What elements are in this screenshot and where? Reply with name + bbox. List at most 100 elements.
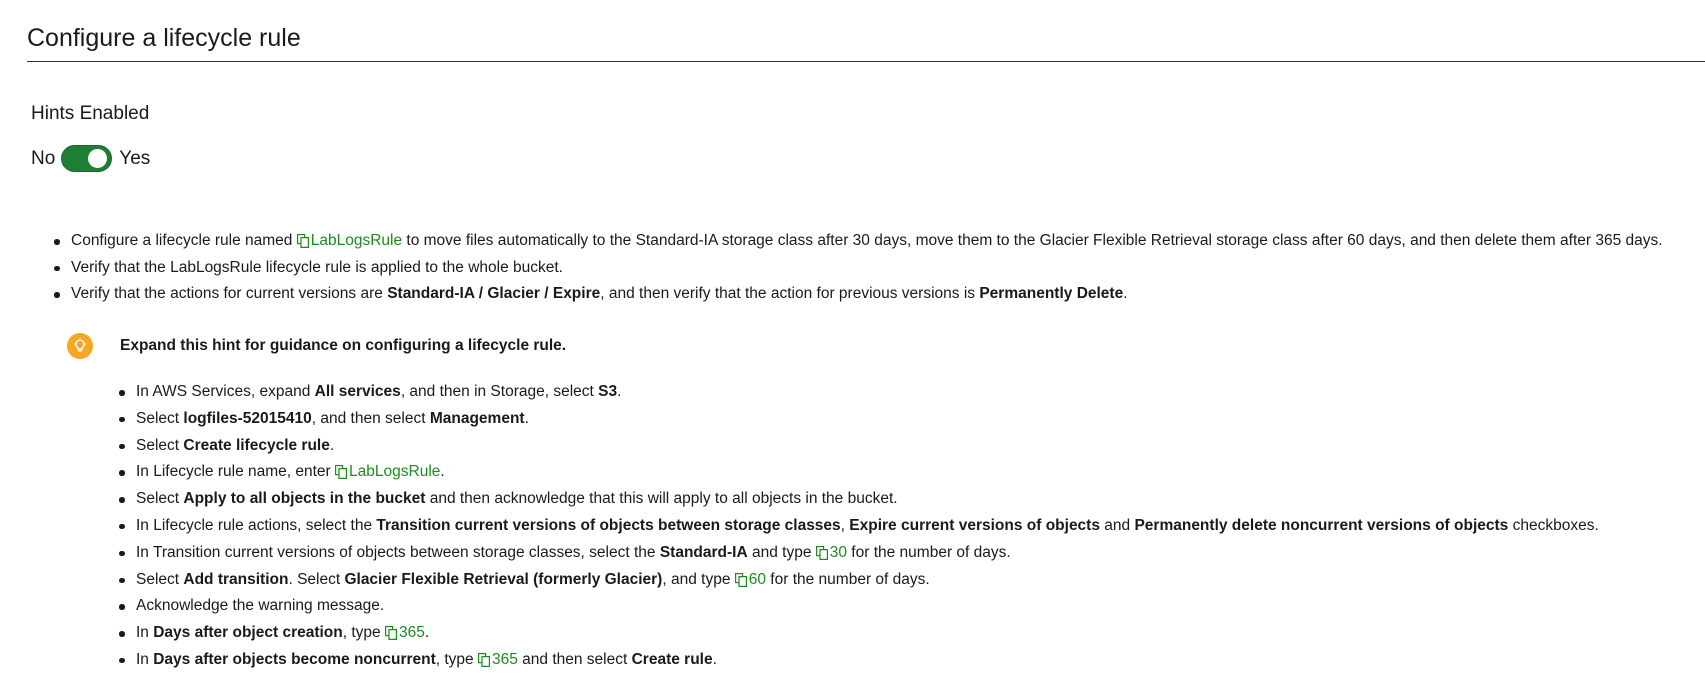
- hint-title[interactable]: Expand this hint for guidance on configu…: [120, 337, 566, 355]
- step-text: checkboxes.: [1508, 516, 1599, 534]
- step-text: and: [1099, 516, 1135, 534]
- task-item: Configure a lifecycle rule named LabLogs…: [54, 231, 1663, 258]
- task-bold: Standard-IA / Glacier / Expire: [387, 285, 601, 302]
- step-text: ,: [840, 516, 850, 534]
- step-bold: Days after object creation: [153, 624, 343, 642]
- copy-icon: [734, 572, 747, 587]
- step-bold: All services: [314, 383, 401, 400]
- step-text: Select: [136, 490, 184, 508]
- copy-value: 30: [829, 543, 847, 561]
- copy-text-lablogsrule[interactable]: LabLogsRule: [296, 232, 403, 249]
- step-text: .: [524, 409, 529, 427]
- hint-step: In Transition current versions of object…: [119, 543, 1599, 570]
- hint-step: In Lifecycle rule actions, select the Tr…: [119, 516, 1599, 543]
- step-bold: Transition current versions of objects b…: [376, 516, 841, 534]
- toggle-knob: [88, 149, 108, 168]
- lightbulb-icon: [67, 333, 93, 359]
- step-bold: Management: [429, 409, 525, 427]
- step-text: .: [617, 383, 622, 400]
- step-text: .: [712, 650, 717, 668]
- step-text: In Lifecycle rule name, enter: [136, 463, 336, 481]
- copy-value: LabLogsRule: [349, 463, 441, 481]
- hint-header[interactable]: Expand this hint for guidance on configu…: [67, 333, 566, 359]
- step-bold: logfiles-52015410: [183, 409, 312, 427]
- step-text: , type: [342, 624, 385, 642]
- step-text: Select: [136, 436, 184, 454]
- step-text: . Select: [288, 570, 345, 588]
- step-text: and type: [747, 543, 816, 561]
- copy-icon: [296, 234, 309, 248]
- step-bold: Apply to all objects in the bucket: [183, 490, 426, 508]
- copy-text-lablogsrule[interactable]: LabLogsRule: [335, 463, 440, 480]
- task-text: Verify that the LabLogsRule lifecycle ru…: [71, 258, 563, 276]
- step-text: .: [329, 436, 335, 454]
- hint-step: Select logfiles-52015410, and then selec…: [119, 409, 1599, 436]
- task-bold: Permanently Delete: [979, 285, 1124, 302]
- task-list: Configure a lifecycle rule named LabLogs…: [54, 231, 1663, 311]
- copy-text-60[interactable]: 60: [734, 570, 766, 588]
- copy-text-365[interactable]: 365: [477, 650, 518, 668]
- hints-toggle[interactable]: [61, 145, 113, 172]
- step-text: Select: [136, 409, 184, 427]
- toggle-yes-label: Yes: [119, 147, 151, 169]
- step-text: Acknowledge the warning message.: [136, 597, 385, 615]
- step-text: , and then select: [311, 409, 430, 427]
- page: Configure a lifecycle rule Hints Enabled…: [0, 0, 1705, 698]
- copy-value: 365: [398, 624, 425, 642]
- step-text: .: [424, 624, 430, 642]
- copy-text-30[interactable]: 30: [815, 543, 847, 561]
- task-item: Verify that the LabLogsRule lifecycle ru…: [54, 258, 1663, 285]
- step-bold: S3: [598, 383, 618, 400]
- step-text: and then acknowledge that this will appl…: [425, 490, 898, 508]
- copy-value: 365: [491, 650, 518, 668]
- step-text: In AWS Services, expand: [136, 383, 315, 400]
- step-bold: Permanently delete noncurrent versions o…: [1134, 516, 1509, 534]
- step-text: In: [136, 650, 154, 668]
- step-text: and then select: [517, 650, 632, 668]
- hints-toggle-row: No Yes: [31, 145, 150, 172]
- task-item: Verify that the actions for current vers…: [54, 284, 1663, 311]
- step-bold: Days after objects become noncurrent: [153, 650, 436, 668]
- copy-icon: [384, 626, 397, 641]
- hints-label: Hints Enabled: [31, 103, 150, 124]
- copy-text-365[interactable]: 365: [384, 624, 425, 642]
- hint-step: In Lifecycle rule name, enter LabLogsRul…: [119, 462, 1599, 489]
- step-text: for the number of days.: [847, 543, 1011, 561]
- step-text: In Lifecycle rule actions, select the: [136, 516, 377, 534]
- hint-step: In Days after object creation, type 365.: [119, 623, 1599, 650]
- hint-step: Select Add transition. Select Glacier Fl…: [119, 570, 1599, 597]
- hint-step: Select Apply to all objects in the bucke…: [119, 489, 1599, 516]
- hint-step: Select Create lifecycle rule.: [119, 436, 1599, 463]
- copy-icon: [335, 465, 348, 480]
- step-text: .: [440, 463, 445, 481]
- task-text: Verify that the actions for current vers…: [71, 285, 388, 302]
- step-text: , type: [435, 650, 478, 668]
- step-text: , and type: [662, 570, 735, 588]
- toggle-no-label: No: [31, 147, 56, 169]
- step-text: for the number of days.: [766, 570, 930, 588]
- task-text: .: [1123, 285, 1128, 302]
- step-text: Select: [136, 570, 184, 588]
- step-bold: Create rule: [631, 650, 713, 668]
- task-text: to move files automatically to the Stand…: [402, 232, 1663, 249]
- hint-steps-list: In AWS Services, expand All services, an…: [119, 382, 1599, 677]
- task-text: Configure a lifecycle rule named: [71, 232, 297, 249]
- task-text: , and then verify that the action for pr…: [600, 285, 980, 302]
- page-title: Configure a lifecycle rule: [27, 24, 301, 52]
- hint-step: Acknowledge the warning message.: [119, 596, 1599, 623]
- step-bold: Glacier Flexible Retrieval (formerly Gla…: [344, 570, 663, 588]
- step-text: , and then in Storage, select: [400, 383, 599, 400]
- hint-step: In AWS Services, expand All services, an…: [119, 382, 1599, 409]
- step-bold: Expire current versions of objects: [849, 516, 1100, 534]
- copy-icon: [477, 652, 490, 667]
- copy-value: LabLogsRule: [310, 232, 403, 249]
- copy-value: 60: [748, 570, 766, 588]
- step-text: In Transition current versions of object…: [136, 543, 660, 561]
- copy-icon: [815, 545, 828, 560]
- hint-step: In Days after objects become noncurrent,…: [119, 650, 1599, 677]
- step-text: In: [136, 624, 154, 642]
- title-divider: [27, 61, 1705, 62]
- step-bold: Standard-IA: [659, 543, 748, 561]
- step-bold: Add transition: [183, 570, 289, 588]
- step-bold: Create lifecycle rule: [183, 436, 330, 454]
